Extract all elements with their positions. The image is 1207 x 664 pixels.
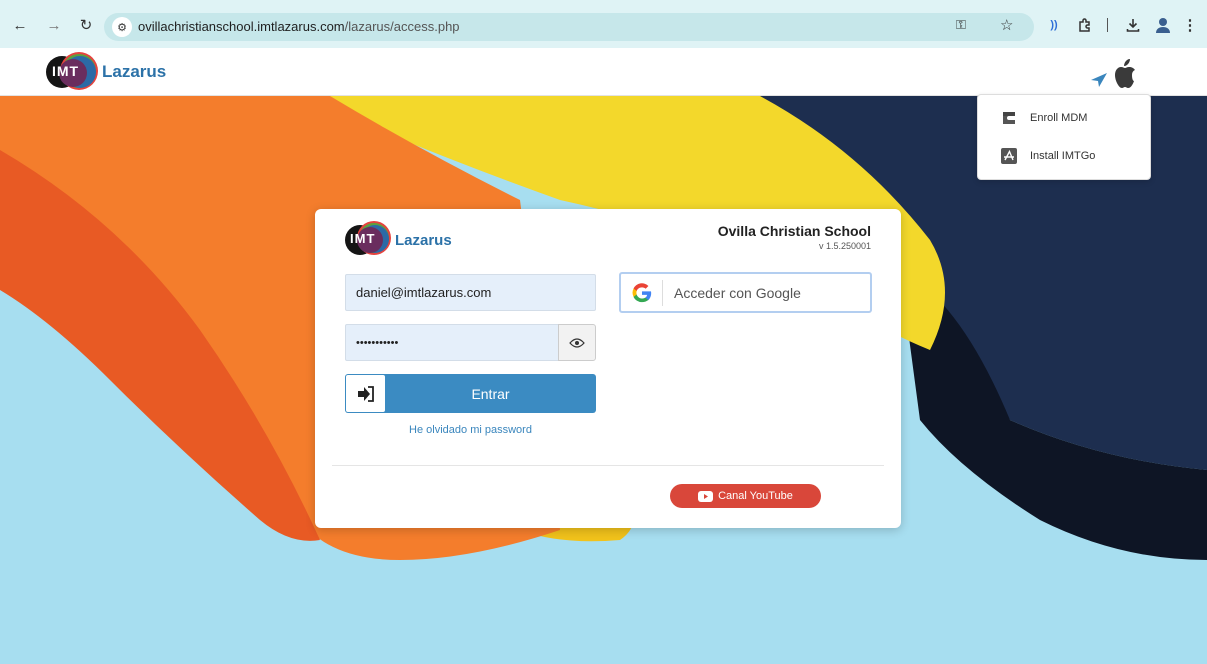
magnet-icon — [1003, 112, 1015, 124]
youtube-channel-button[interactable]: Canal YouTube — [670, 484, 821, 508]
profile-avatar-icon[interactable] — [1153, 15, 1173, 35]
kebab-menu-icon[interactable]: ⋮ — [1180, 15, 1200, 35]
school-name: Ovilla Christian School — [717, 223, 871, 239]
apple-icon[interactable] — [1110, 58, 1140, 90]
brand-name: Lazarus — [102, 62, 167, 81]
back-arrow-icon[interactable]: ← — [10, 15, 30, 35]
address-bar[interactable]: ⚙ ovillachristianschool.imtlazarus.com/l… — [104, 13, 1034, 41]
toolbar-divider — [1107, 18, 1108, 32]
card-logo: IMT Lazarus — [345, 221, 452, 259]
app-store-icon — [1001, 148, 1017, 164]
login-card: IMT Lazarus Ovilla Christian School v 1.… — [315, 209, 901, 528]
eye-icon — [569, 337, 585, 348]
show-password-button[interactable] — [558, 324, 596, 361]
brand-name: Lazarus — [395, 231, 452, 249]
reload-icon[interactable]: ↻ — [76, 15, 96, 35]
site-settings-icon[interactable]: ⚙ — [112, 17, 132, 37]
google-divider — [662, 280, 663, 306]
download-icon[interactable] — [1123, 15, 1143, 35]
apple-dropdown-menu: Enroll MDM Install IMTGo — [977, 94, 1151, 180]
forward-arrow-icon[interactable]: → — [44, 15, 64, 35]
url-text: ovillachristianschool.imtlazarus.com/laz… — [138, 19, 460, 34]
imt-logo-icon: IMT — [46, 52, 98, 92]
google-g-icon — [632, 283, 652, 303]
youtube-icon — [698, 490, 714, 502]
menu-item-enroll-mdm[interactable]: Enroll MDM — [978, 101, 1152, 135]
password-field[interactable]: ••••••••••• — [345, 324, 559, 361]
imt-logo-icon: IMT — [345, 221, 391, 259]
bookmark-star-icon[interactable]: ☆ — [1000, 16, 1013, 34]
email-field[interactable]: daniel@imtlazarus.com — [345, 274, 596, 311]
extensions-puzzle-icon[interactable] — [1075, 15, 1095, 35]
app-header: IMT Lazarus — [0, 48, 1207, 96]
menu-item-install-imtgo[interactable]: Install IMTGo — [978, 139, 1152, 173]
school-info: Ovilla Christian School v 1.5.250001 — [718, 223, 871, 251]
password-key-icon[interactable]: ⚿ — [956, 17, 966, 33]
sign-in-icon — [346, 375, 385, 412]
forgot-password-link[interactable]: He olvidado mi password — [345, 424, 596, 436]
send-arrow-icon[interactable] — [1090, 72, 1108, 88]
login-button[interactable]: Entrar — [345, 374, 596, 413]
version-label: v 1.5.250001 — [818, 241, 871, 251]
extension-wave-icon[interactable]: )) — [1044, 15, 1064, 35]
browser-toolbar: ← → ↻ ⚙ ovillachristianschool.imtlazarus… — [0, 0, 1207, 48]
header-logo[interactable]: IMT Lazarus — [46, 52, 166, 92]
card-divider — [332, 465, 884, 466]
google-signin-button[interactable]: Acceder con Google — [619, 272, 872, 313]
